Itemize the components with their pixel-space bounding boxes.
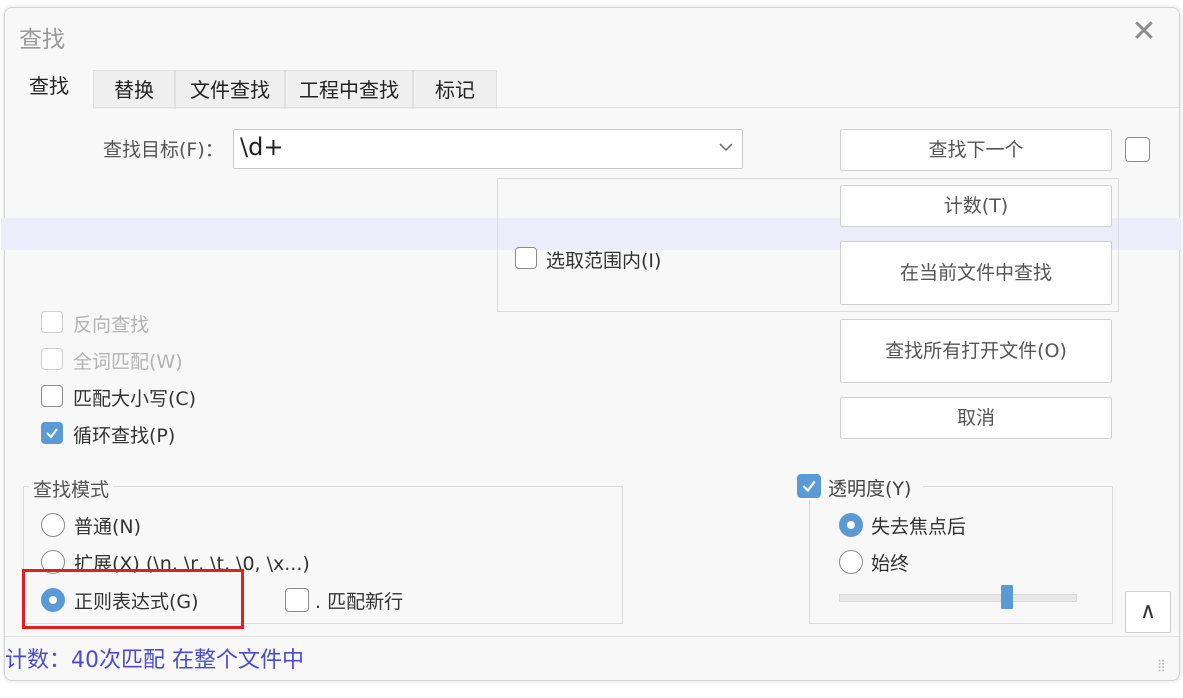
tab-mark[interactable]: 标记 <box>413 70 497 109</box>
search-input[interactable]: \d+ <box>233 129 743 169</box>
tab-find-in-files[interactable]: 文件查找 <box>175 70 285 109</box>
check-icon <box>46 428 58 439</box>
tab-find[interactable]: 查找 <box>5 66 93 109</box>
backward-label: 反向查找 <box>73 314 150 336</box>
wrap-around-label: 循环查找(P) <box>73 425 176 447</box>
find-dialog: 查找 ✕ 查找 替换 文件查找 工程中查找 标记 查找目标(F)： \d+ 选取… <box>1 7 1181 681</box>
match-case-checkbox[interactable] <box>41 385 63 407</box>
dot-newline-label: . 匹配新行 <box>315 591 404 613</box>
search-label: 查找目标(F)： <box>103 139 224 161</box>
in-selection-checkbox[interactable] <box>515 247 537 269</box>
transparency-slider-track[interactable] <box>839 594 1077 602</box>
dialog-title: 查找 <box>19 27 65 53</box>
always-radio[interactable] <box>839 550 863 574</box>
on-lose-focus-label: 失去焦点后 <box>871 516 967 538</box>
whole-word-label: 全词匹配(W) <box>73 351 183 373</box>
annotation-highlight-box <box>22 569 244 629</box>
normal-mode-radio[interactable] <box>41 513 65 537</box>
search-value: \d+ <box>240 133 284 161</box>
wrap-around-checkbox[interactable] <box>41 422 63 444</box>
count-button[interactable]: 计数(T) <box>840 185 1112 227</box>
tab-replace[interactable]: 替换 <box>93 70 175 109</box>
transparency-checkbox[interactable] <box>797 474 821 498</box>
always-label: 始终 <box>871 553 910 575</box>
find-in-current-file-button[interactable]: 在当前文件中查找 <box>840 241 1112 305</box>
chevron-down-icon[interactable] <box>716 136 736 156</box>
backward-checkbox[interactable] <box>41 311 63 333</box>
on-lose-focus-radio[interactable] <box>839 513 863 537</box>
find-next-option-checkbox[interactable] <box>1125 137 1150 162</box>
find-in-all-open-files-button[interactable]: 查找所有打开文件(O) <box>840 319 1112 383</box>
collapse-button[interactable]: ∧ <box>1125 591 1171 633</box>
transparency-slider-thumb[interactable] <box>1001 585 1013 609</box>
tab-divider <box>5 107 1179 108</box>
cancel-button[interactable]: 取消 <box>840 397 1112 439</box>
find-next-button[interactable]: 查找下一个 <box>840 129 1112 171</box>
status-divider <box>5 636 1179 637</box>
status-text: 计数：40次匹配 在整个文件中 <box>5 648 304 673</box>
in-selection-label: 选取范围内(I) <box>546 250 662 272</box>
resize-grip-icon[interactable]: ⣿ <box>1157 658 1173 674</box>
dot-newline-checkbox[interactable] <box>285 588 309 612</box>
transparency-label: 透明度(Y) <box>828 478 912 500</box>
close-icon[interactable]: ✕ <box>1131 17 1157 47</box>
match-case-label: 匹配大小写(C) <box>73 388 197 410</box>
tab-find-in-project[interactable]: 工程中查找 <box>285 70 413 109</box>
whole-word-checkbox[interactable] <box>41 348 63 370</box>
normal-mode-label: 普通(N) <box>74 516 142 538</box>
search-mode-title: 查找模式 <box>29 475 114 502</box>
check-icon <box>802 480 816 493</box>
